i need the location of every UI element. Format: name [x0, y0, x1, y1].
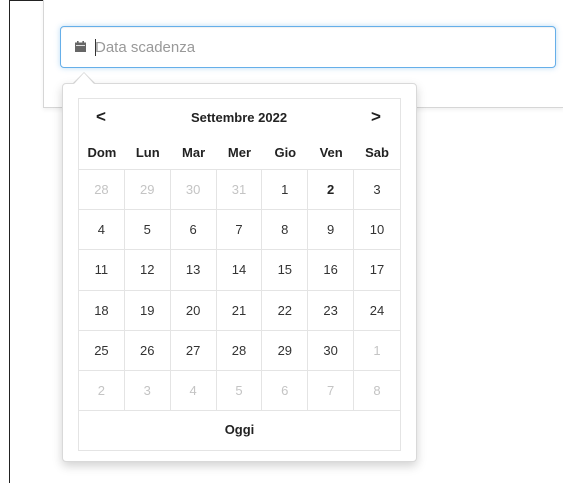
- text-caret: [95, 39, 96, 56]
- weekday-header-row: Dom Lun Mar Mer Gio Ven Sab: [79, 137, 400, 169]
- day-cell[interactable]: 23: [308, 290, 355, 330]
- week-row: 25 26 27 28 29 30 1: [79, 329, 400, 370]
- chevron-left-icon: <: [96, 107, 106, 126]
- calendar-header: < Settembre 2022 >: [79, 99, 400, 137]
- day-cell[interactable]: 14: [217, 250, 263, 290]
- week-row: 4 5 6 7 8 9 10: [79, 209, 400, 250]
- day-cell[interactable]: 1: [262, 170, 309, 210]
- weekday-label: Ven: [319, 145, 343, 160]
- weekday-label: Lun: [135, 145, 160, 160]
- chevron-right-icon: >: [371, 107, 381, 126]
- day-cell[interactable]: 18: [79, 290, 125, 330]
- day-cell-other-month[interactable]: 7: [308, 370, 355, 411]
- weekday-label: Mar: [182, 145, 206, 160]
- month-title[interactable]: Settembre 2022: [139, 109, 339, 127]
- day-cell[interactable]: 8: [262, 210, 309, 250]
- day-cell[interactable]: 26: [125, 330, 171, 370]
- day-cell-other-month[interactable]: 3: [125, 370, 171, 411]
- day-cell[interactable]: 28: [217, 330, 263, 370]
- day-cell[interactable]: 7: [217, 210, 263, 250]
- due-date-field[interactable]: [60, 26, 556, 68]
- day-cell[interactable]: 15: [262, 250, 309, 290]
- today-button[interactable]: Oggi: [79, 410, 400, 450]
- day-cell-other-month[interactable]: 29: [125, 170, 171, 210]
- day-cell[interactable]: 5: [125, 210, 171, 250]
- weekday-label: Dom: [87, 145, 117, 160]
- day-cell[interactable]: 22: [262, 290, 309, 330]
- day-cell-today[interactable]: 2: [308, 170, 355, 210]
- datepicker-popup: < Settembre 2022 > Dom Lun Mar Mer Gio Ven Sab…: [62, 83, 417, 462]
- day-cell[interactable]: 27: [171, 330, 217, 370]
- day-cell[interactable]: 13: [171, 250, 217, 290]
- day-cell[interactable]: 30: [308, 330, 355, 370]
- day-cell[interactable]: 20: [171, 290, 217, 330]
- day-cell[interactable]: 16: [308, 250, 355, 290]
- prev-month-button[interactable]: <: [88, 105, 114, 129]
- day-cell-other-month[interactable]: 4: [171, 370, 217, 411]
- day-cell-other-month[interactable]: 1: [354, 331, 400, 370]
- day-grid: 28 29 30 31 1 2 3 4 5 6 7 8 9 10 11 12 13 14 15 16 17 18 19 20 2…: [79, 169, 400, 411]
- calendar: < Settembre 2022 > Dom Lun Mar Mer Gio Ven Sab…: [78, 98, 401, 451]
- day-cell[interactable]: 24: [354, 291, 400, 330]
- week-row: 28 29 30 31 1 2 3: [79, 169, 400, 210]
- week-row: 18 19 20 21 22 23 24: [79, 289, 400, 330]
- next-month-button[interactable]: >: [363, 105, 389, 129]
- day-cell[interactable]: 19: [125, 290, 171, 330]
- picker-pointer-fill: [74, 73, 94, 84]
- day-cell[interactable]: 25: [79, 330, 125, 370]
- day-cell-other-month[interactable]: 2: [79, 370, 125, 411]
- weekday-label: Sab: [365, 145, 389, 160]
- weekday-label: Gio: [274, 145, 297, 160]
- day-cell-other-month[interactable]: 31: [217, 170, 263, 210]
- day-cell[interactable]: 10: [354, 210, 400, 249]
- day-cell[interactable]: 9: [308, 210, 355, 250]
- day-cell[interactable]: 11: [79, 250, 125, 290]
- day-cell[interactable]: 21: [217, 290, 263, 330]
- day-cell-other-month[interactable]: 8: [354, 371, 400, 410]
- day-cell-other-month[interactable]: 28: [79, 170, 125, 210]
- day-cell-other-month[interactable]: 5: [217, 370, 263, 411]
- day-cell[interactable]: 12: [125, 250, 171, 290]
- week-row: 2345678: [79, 369, 400, 411]
- day-cell-other-month[interactable]: 6: [262, 370, 309, 411]
- day-cell[interactable]: 29: [262, 330, 309, 370]
- day-cell[interactable]: 17: [354, 250, 400, 289]
- day-cell[interactable]: 4: [79, 210, 125, 250]
- week-row: 11 12 13 14 15 16 17: [79, 249, 400, 290]
- day-cell-other-month[interactable]: 30: [171, 170, 217, 210]
- weekday-label: Mer: [227, 145, 252, 160]
- calendar-icon: [75, 41, 86, 52]
- day-cell[interactable]: 6: [171, 210, 217, 250]
- due-date-input[interactable]: [95, 35, 535, 59]
- day-cell[interactable]: 3: [354, 170, 400, 209]
